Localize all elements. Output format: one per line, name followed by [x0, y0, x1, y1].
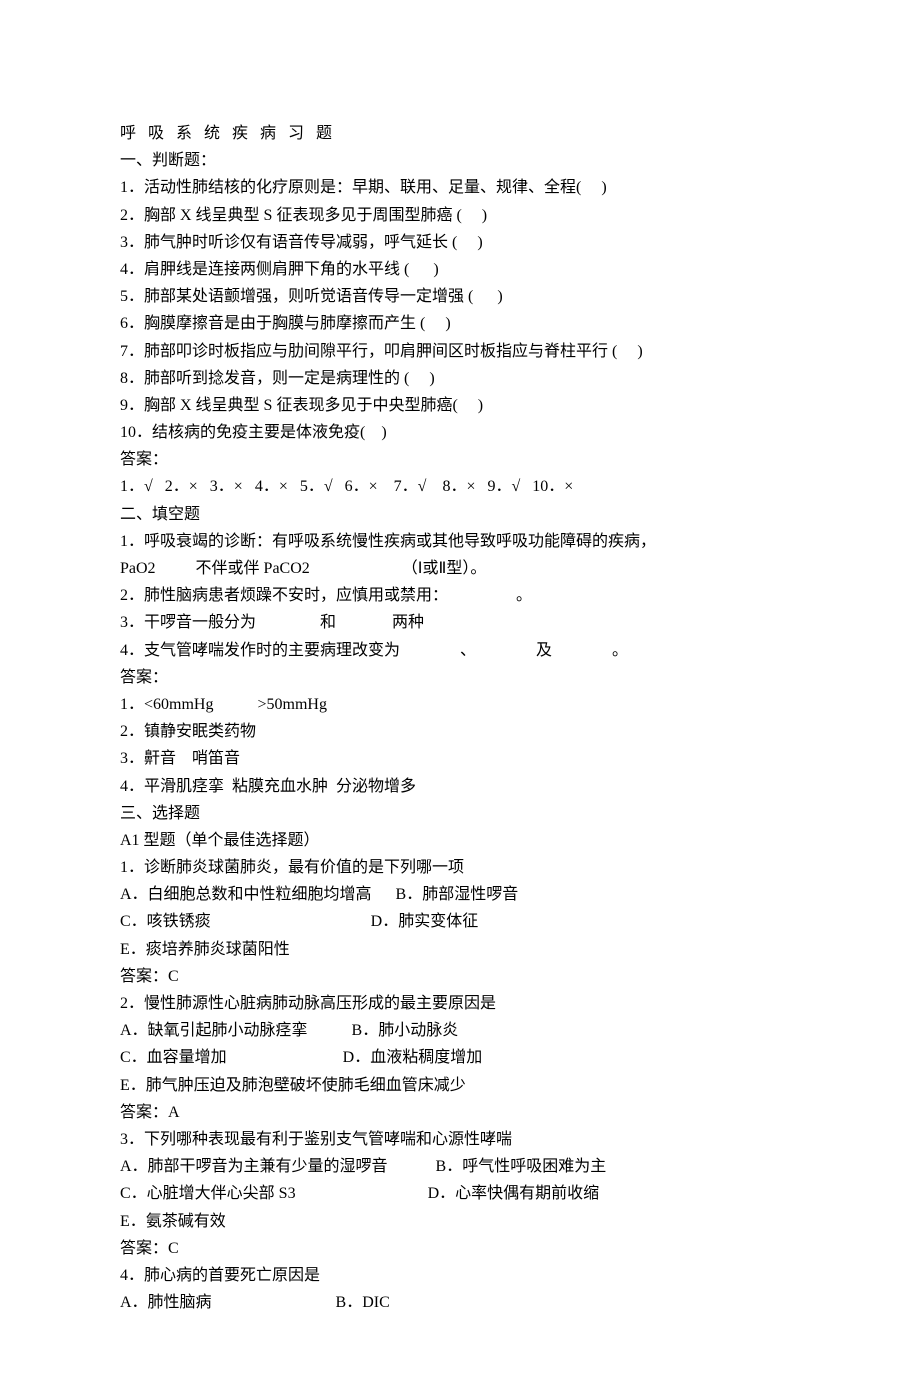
s2-item: 4．支气管哮喘发作时的主要病理改变为 、 及 。: [120, 637, 800, 664]
s2-answer: 1．<60mmHg >50mmHg: [120, 691, 800, 718]
q2-options: C．血容量增加 D．血液粘稠度增加: [120, 1044, 800, 1071]
q1-options: A．白细胞总数和中性粒细胞均增高 B．肺部湿性啰音: [120, 881, 800, 908]
s2-item: 2．肺性脑病患者烦躁不安时，应慎用或禁用： 。: [120, 582, 800, 609]
s1-item: 4．肩胛线是连接两侧肩胛下角的水平线 ( ): [120, 256, 800, 283]
s1-item: 1．活动性肺结核的化疗原则是：早期、联用、足量、规律、全程( ): [120, 174, 800, 201]
q3-options: A．肺部干啰音为主兼有少量的湿啰音 B．呼气性呼吸困难为主: [120, 1153, 800, 1180]
s1-item: 5．肺部某处语颤增强，则听觉语音传导一定增强 ( ): [120, 283, 800, 310]
section-2-header: 二、填空题: [120, 501, 800, 528]
s1-item: 3．肺气肿时听诊仅有语音传导减弱，呼气延长 ( ): [120, 229, 800, 256]
s1-item: 8．肺部听到捻发音，则一定是病理性的 ( ): [120, 365, 800, 392]
s1-item: 9．胸部 X 线呈典型 S 征表现多见于中央型肺癌( ): [120, 392, 800, 419]
q4-options: A．肺性脑病 B．DIC: [120, 1289, 800, 1316]
q4-stem: 4．肺心病的首要死亡原因是: [120, 1262, 800, 1289]
q1-stem: 1．诊断肺炎球菌肺炎，最有价值的是下列哪一项: [120, 854, 800, 881]
s1-item: 2．胸部 X 线呈典型 S 征表现多见于周围型肺癌 ( ): [120, 202, 800, 229]
s1-item: 7．肺部叩诊时板指应与肋间隙平行，叩肩胛间区时板指应与脊柱平行 ( ): [120, 338, 800, 365]
s2-item: PaO2 不伴或伴 PaCO2 （Ⅰ或Ⅱ型）。: [120, 555, 800, 582]
q1-options: C．咳铁锈痰 D．肺实变体征: [120, 908, 800, 935]
s2-answer: 3．鼾音 哨笛音: [120, 745, 800, 772]
q3-answer: 答案：C: [120, 1235, 800, 1262]
s2-item: 1．呼吸衰竭的诊断：有呼吸系统慢性疾病或其他导致呼吸功能障碍的疾病，: [120, 528, 800, 555]
q2-answer: 答案：A: [120, 1099, 800, 1126]
s2-item: 3．干啰音一般分为 和 两种: [120, 609, 800, 636]
s1-item: 6．胸膜摩擦音是由于胸膜与肺摩擦而产生 ( ): [120, 310, 800, 337]
section-3-header: 三、选择题: [120, 800, 800, 827]
q3-options: E．氨茶碱有效: [120, 1208, 800, 1235]
s2-answer: 4．平滑肌痉挛 粘膜充血水肿 分泌物增多: [120, 773, 800, 800]
s1-item: 10．结核病的免疫主要是体液免疫( ): [120, 419, 800, 446]
s2-answer-label: 答案：: [120, 664, 800, 691]
section-3-subheader: A1 型题（单个最佳选择题）: [120, 827, 800, 854]
q2-options: E．肺气肿压迫及肺泡壁破坏使肺毛细血管床减少: [120, 1072, 800, 1099]
q2-stem: 2．慢性肺源性心脏病肺动脉高压形成的最主要原因是: [120, 990, 800, 1017]
s1-answer-label: 答案：: [120, 446, 800, 473]
document-page: 呼 吸 系 统 疾 病 习 题 一、判断题： 1．活动性肺结核的化疗原则是：早期…: [0, 0, 920, 1376]
document-title: 呼 吸 系 统 疾 病 习 题: [120, 120, 800, 147]
q1-options: E．痰培养肺炎球菌阳性: [120, 936, 800, 963]
q2-options: A．缺氧引起肺小动脉痉挛 B．肺小动脉炎: [120, 1017, 800, 1044]
section-1-header: 一、判断题：: [120, 147, 800, 174]
q3-stem: 3．下列哪种表现最有利于鉴别支气管哮喘和心源性哮喘: [120, 1126, 800, 1153]
q3-options: C．心脏增大伴心尖部 S3 D．心率快偶有期前收缩: [120, 1180, 800, 1207]
s2-answer: 2．镇静安眠类药物: [120, 718, 800, 745]
s1-answer: 1．√ 2．× 3．× 4．× 5．√ 6．× 7．√ 8．× 9．√ 10．×: [120, 473, 800, 500]
q1-answer: 答案：C: [120, 963, 800, 990]
